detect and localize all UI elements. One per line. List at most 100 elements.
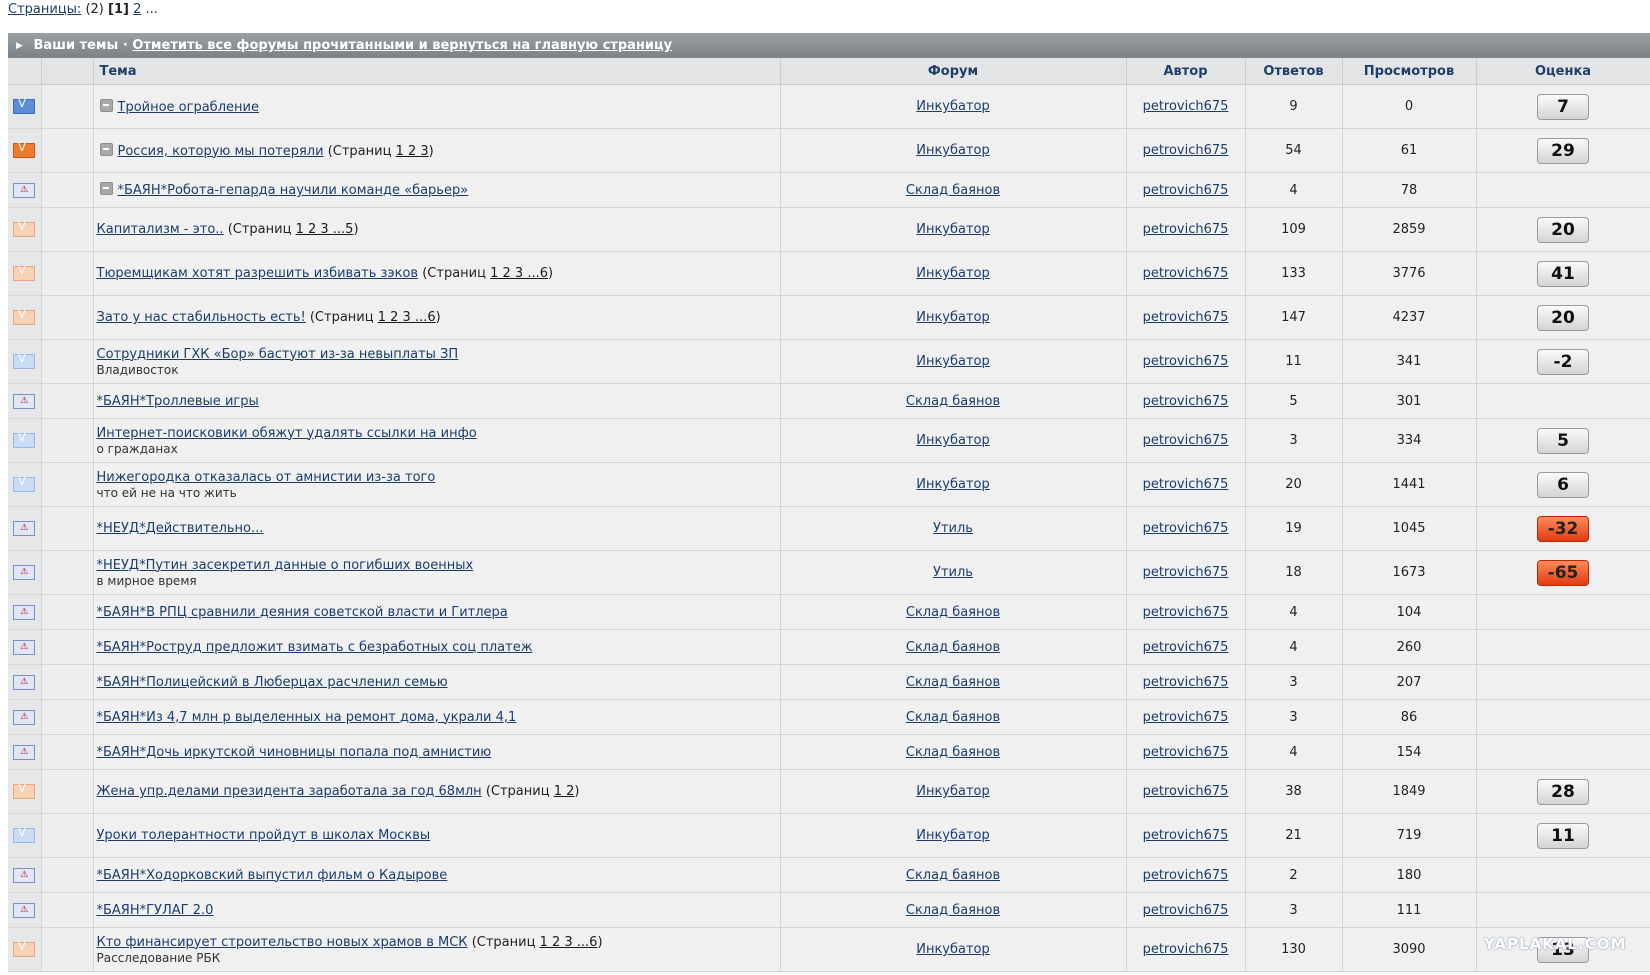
topic-status-cell <box>8 699 42 735</box>
author-link[interactable]: petrovich675 <box>1143 828 1229 843</box>
forum-link[interactable]: Инкубатор <box>916 310 990 325</box>
topic-link[interactable]: *БАЯН*ГУЛАГ 2.0 <box>97 903 214 918</box>
header-views[interactable]: Просмотров <box>1342 58 1477 85</box>
forum-link[interactable]: Инкубатор <box>916 828 990 843</box>
topic-link[interactable]: *БАЯН*Из 4,7 млн р выделенных на ремонт … <box>97 710 517 725</box>
author-link[interactable]: petrovich675 <box>1143 675 1229 690</box>
author-link[interactable]: petrovich675 <box>1143 565 1229 580</box>
locked-topic-icon <box>99 142 113 156</box>
topic-link[interactable]: *БАЯН*Ходорковский выпустил фильм о Кады… <box>97 868 448 883</box>
rating-cell: 6 <box>1476 462 1650 507</box>
header-rating[interactable]: Оценка <box>1476 58 1650 85</box>
pagination-label-link[interactable]: Страницы: <box>8 2 81 17</box>
forum-link[interactable]: Склад баянов <box>906 903 1000 918</box>
author-link[interactable]: petrovich675 <box>1143 477 1229 492</box>
author-link[interactable]: petrovich675 <box>1143 222 1229 237</box>
author-link[interactable]: petrovich675 <box>1143 266 1229 281</box>
topic-link[interactable]: *БАЯН*Троллевые игры <box>97 394 259 409</box>
topic-gap-cell <box>41 550 94 595</box>
topic-pages-link[interactable]: 1 2 <box>554 784 575 799</box>
mail-lightorange-icon <box>13 264 36 281</box>
topic-pages-link[interactable]: 1 2 3 ...6 <box>490 266 548 281</box>
author-link[interactable]: petrovich675 <box>1143 433 1229 448</box>
header-replies[interactable]: Ответов <box>1245 58 1343 85</box>
topic-pages-link[interactable]: 1 2 3 ...5 <box>296 222 354 237</box>
forum-link[interactable]: Инкубатор <box>916 942 990 957</box>
forum-link[interactable]: Инкубатор <box>916 143 990 158</box>
header-forum[interactable]: Форум <box>780 58 1127 85</box>
topic-link[interactable]: *БАЯН*В РПЦ сравнили деяния советской вл… <box>97 605 508 620</box>
mark-all-read-link[interactable]: Отметить все форумы прочитанными и верну… <box>132 38 672 53</box>
topic-link[interactable]: *БАЯН*Роструд предложит взимать с безраб… <box>97 640 533 655</box>
author-link[interactable]: petrovich675 <box>1143 942 1229 957</box>
forum-link[interactable]: Склад баянов <box>906 868 1000 883</box>
author-link[interactable]: petrovich675 <box>1143 784 1229 799</box>
topic-link[interactable]: *БАЯН*Дочь иркутской чиновницы попала по… <box>97 745 492 760</box>
header-author[interactable]: Автор <box>1126 58 1246 85</box>
author-link[interactable]: petrovich675 <box>1143 640 1229 655</box>
forum-link[interactable]: Склад баянов <box>906 640 1000 655</box>
forum-link[interactable]: Склад баянов <box>906 605 1000 620</box>
forum-link[interactable]: Склад баянов <box>906 394 1000 409</box>
author-link[interactable]: petrovich675 <box>1143 903 1229 918</box>
views-cell: 78 <box>1342 172 1477 208</box>
forum-link[interactable]: Утиль <box>933 521 973 536</box>
topic-link[interactable]: Нижегородка отказалась от амнистии из-за… <box>97 470 436 485</box>
topic-status-cell <box>8 629 42 665</box>
forum-link[interactable]: Склад баянов <box>906 183 1000 198</box>
topic-link[interactable]: Тюремщикам хотят разрешить избивать зэко… <box>97 266 419 281</box>
forum-link[interactable]: Склад баянов <box>906 745 1000 760</box>
topic-link[interactable]: *НЕУД*Путин засекретил данные о погибших… <box>97 558 474 573</box>
author-link[interactable]: petrovich675 <box>1143 143 1229 158</box>
topic-pages-link[interactable]: 1 2 3 ...6 <box>378 310 436 325</box>
header-topic[interactable]: Тема <box>93 58 781 85</box>
pagination-page-2-link[interactable]: 2 <box>133 2 141 17</box>
topic-pages-link[interactable]: 1 2 3 ...6 <box>540 935 598 950</box>
topic-link[interactable]: Сотрудники ГХК «Бор» бастуют из-за невып… <box>97 347 459 362</box>
author-link[interactable]: petrovich675 <box>1143 310 1229 325</box>
mail-lightorange-icon <box>13 308 36 325</box>
forum-link[interactable]: Инкубатор <box>916 784 990 799</box>
topic-gap-cell <box>41 84 94 129</box>
pagination-more-link[interactable]: ... <box>146 2 158 17</box>
forum-link[interactable]: Утиль <box>933 565 973 580</box>
topic-pages: (Страниц 1 2 3 ...6) <box>422 266 553 281</box>
forum-link[interactable]: Инкубатор <box>916 266 990 281</box>
topic-link[interactable]: Капитализм - это.. <box>97 222 224 237</box>
topic-link[interactable]: Жена упр.делами президента заработала за… <box>97 784 482 799</box>
topic-link[interactable]: Интернет-поисковики обяжут удалять ссылк… <box>97 426 477 441</box>
author-cell: petrovich675 <box>1126 927 1246 972</box>
replies-cell: 3 <box>1245 418 1343 463</box>
author-link[interactable]: petrovich675 <box>1143 521 1229 536</box>
topic-link[interactable]: Россия, которую мы потеряли <box>118 144 324 159</box>
author-link[interactable]: petrovich675 <box>1143 710 1229 725</box>
forum-link[interactable]: Инкубатор <box>916 477 990 492</box>
forum-link[interactable]: Инкубатор <box>916 433 990 448</box>
author-link[interactable]: petrovich675 <box>1143 745 1229 760</box>
forum-link[interactable]: Склад баянов <box>906 710 1000 725</box>
topic-link[interactable]: Кто финансирует строительство новых храм… <box>97 935 468 950</box>
replies-cell: 21 <box>1245 813 1343 858</box>
forum-link[interactable]: Инкубатор <box>916 354 990 369</box>
author-link[interactable]: petrovich675 <box>1143 183 1229 198</box>
author-link[interactable]: petrovich675 <box>1143 99 1229 114</box>
topic-link[interactable]: Зато у нас стабильность есть! <box>97 310 306 325</box>
hot-topic-icon <box>13 521 36 536</box>
forum-link[interactable]: Инкубатор <box>916 222 990 237</box>
author-link[interactable]: petrovich675 <box>1143 354 1229 369</box>
pagination: Страницы: (2) [1] 2 ... <box>8 2 158 17</box>
forum-link[interactable]: Склад баянов <box>906 675 1000 690</box>
topic-link[interactable]: *БАЯН*Полицейский в Люберцах расчленил с… <box>97 675 448 690</box>
topic-link[interactable]: *БАЯН*Робота-гепарда научили команде «ба… <box>118 183 469 198</box>
forum-link[interactable]: Инкубатор <box>916 99 990 114</box>
forum-cell: Инкубатор <box>780 418 1127 463</box>
topic-link[interactable]: *НЕУД*Действительно... <box>97 521 264 536</box>
author-link[interactable]: petrovich675 <box>1143 605 1229 620</box>
topic-status-cell <box>8 734 42 770</box>
topic-link[interactable]: Уроки толерантности пройдут в школах Мос… <box>97 828 431 843</box>
forum-cell: Инкубатор <box>780 769 1127 814</box>
topic-link[interactable]: Тройное ограбление <box>118 100 259 115</box>
author-link[interactable]: petrovich675 <box>1143 394 1229 409</box>
topic-pages-link[interactable]: 1 2 3 <box>396 144 429 159</box>
author-link[interactable]: petrovich675 <box>1143 868 1229 883</box>
